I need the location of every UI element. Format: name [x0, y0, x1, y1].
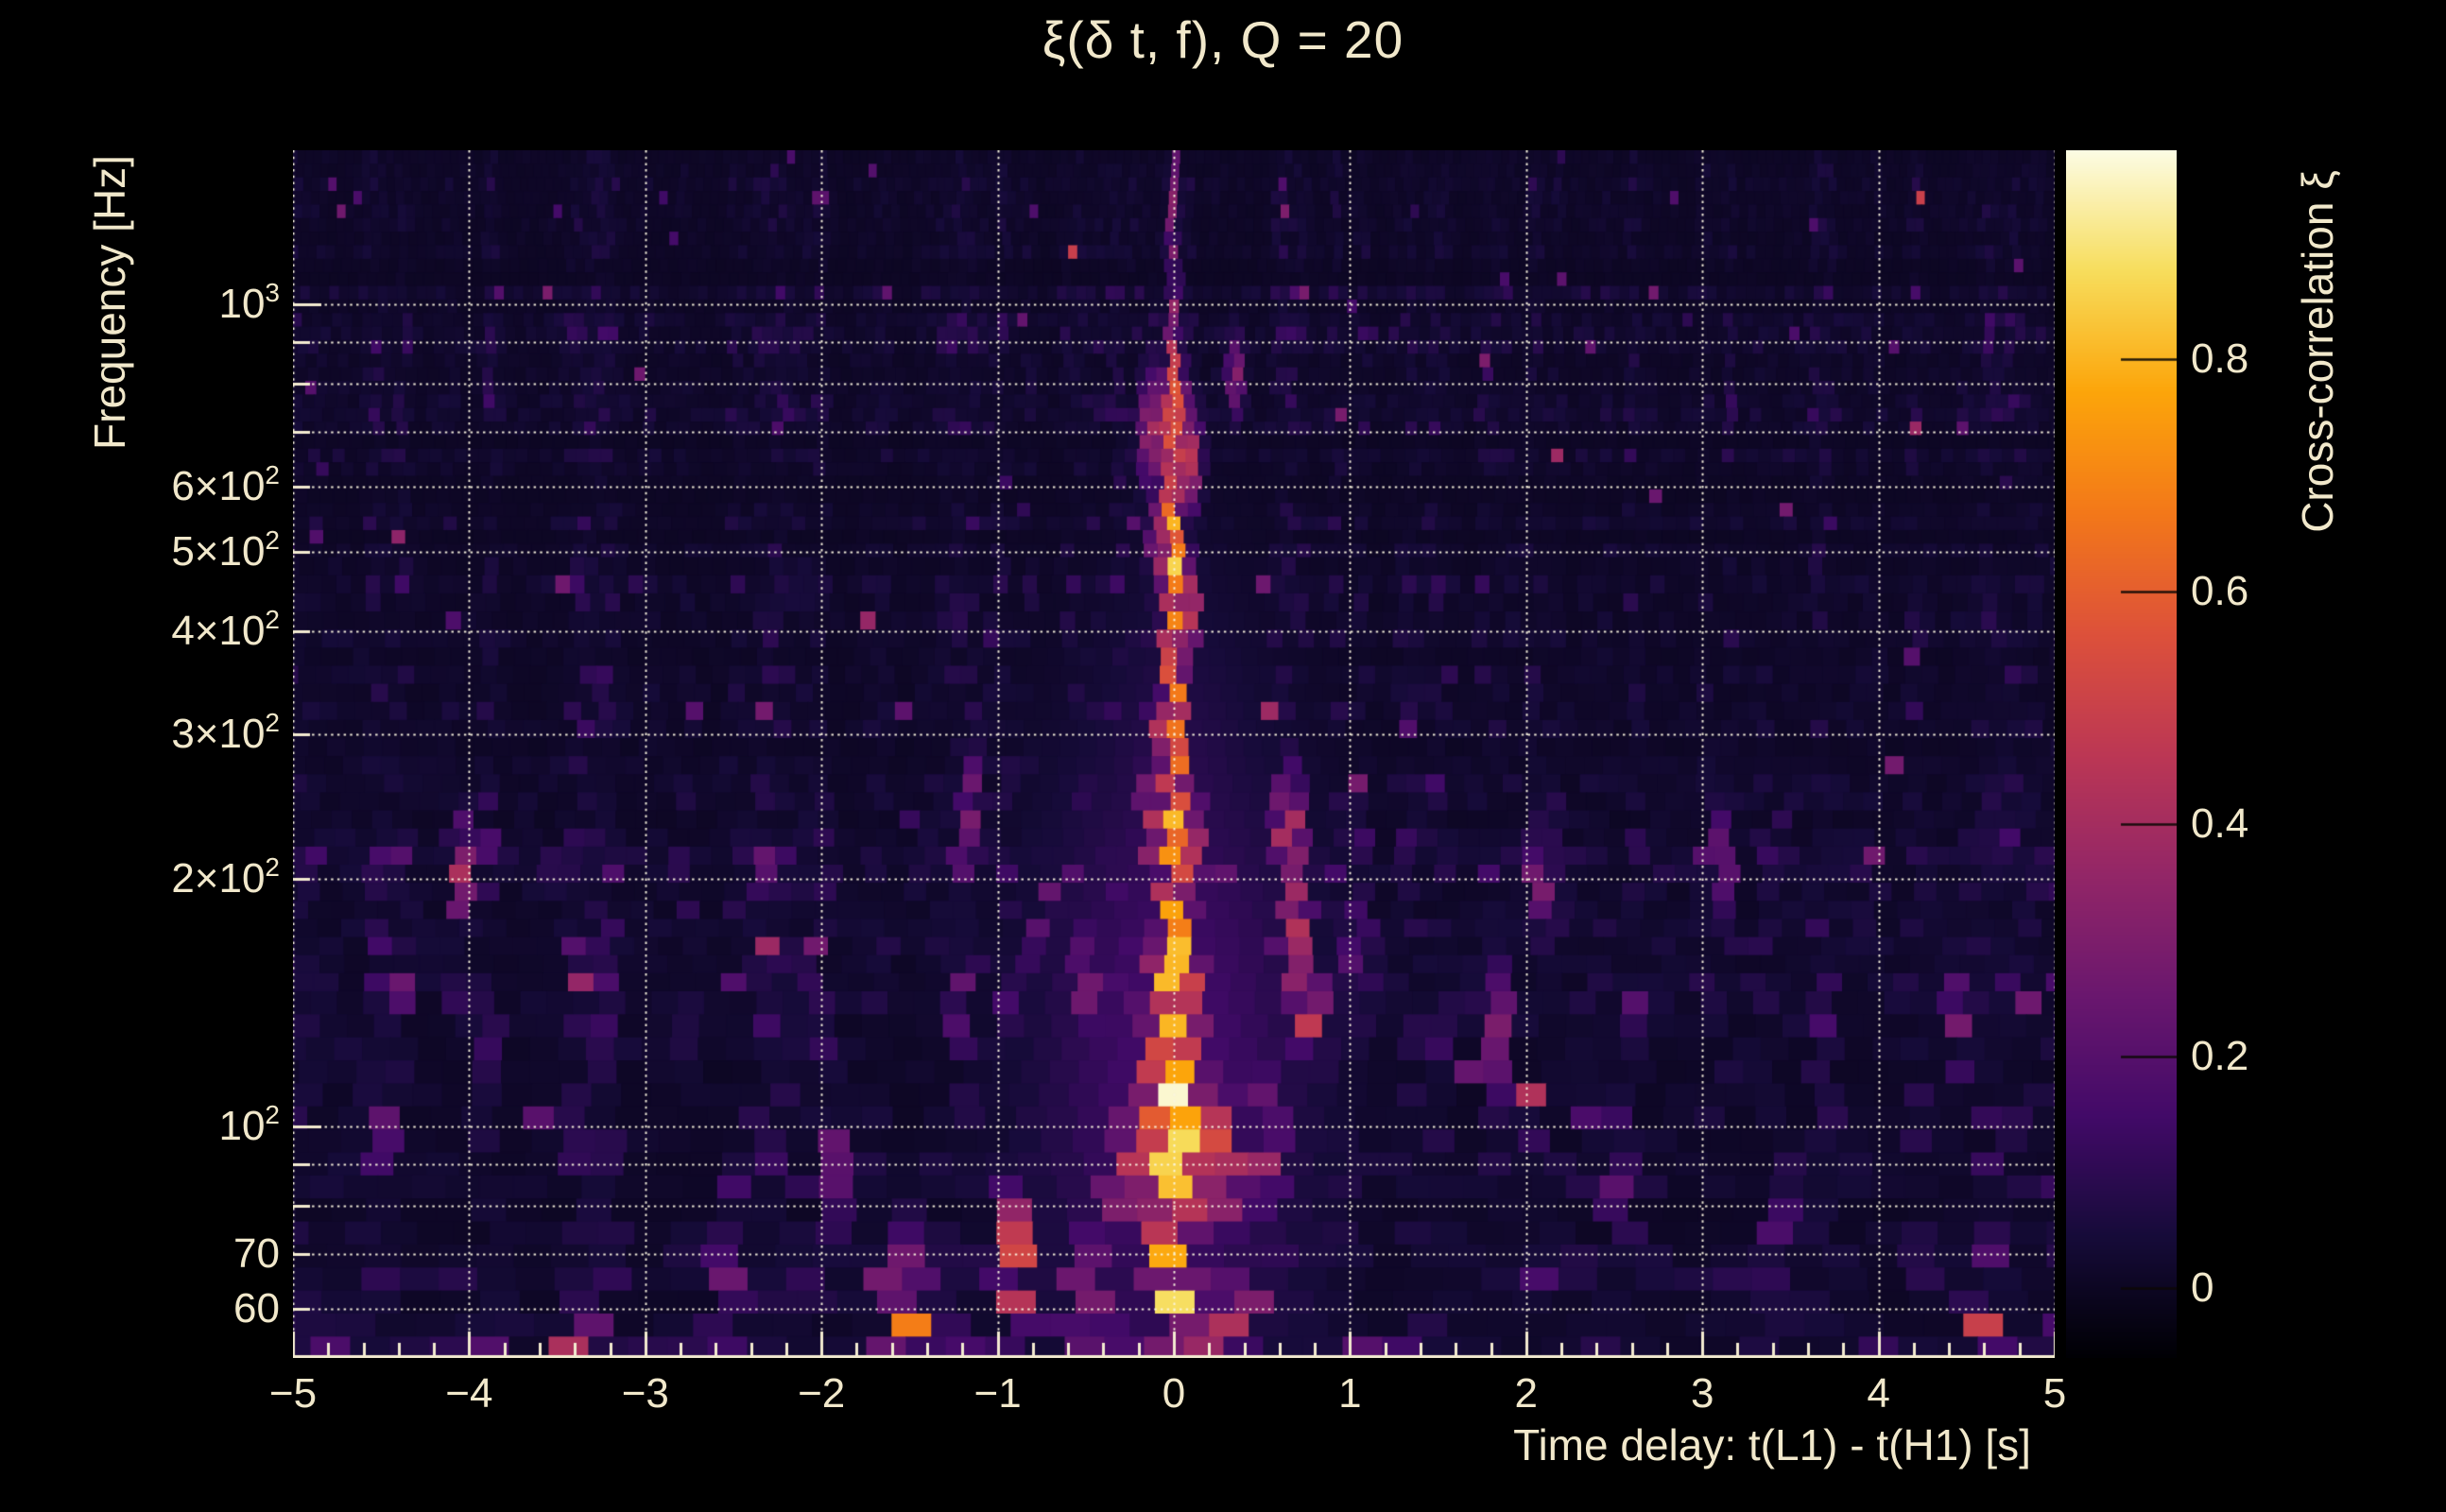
y-axis-tick-label: 5×102	[62, 525, 280, 581]
y-axis-tick-label: 60	[62, 1284, 280, 1333]
y-axis-tick-label: 70	[62, 1229, 280, 1279]
x-axis-tick-label: 0	[1162, 1370, 1186, 1417]
y-tick-exponent: 3	[265, 278, 280, 308]
x-axis-tick-label: −3	[621, 1370, 669, 1417]
y-tick-base: 10	[218, 281, 266, 328]
y-axis-tick-label: 3×102	[62, 708, 280, 764]
x-axis-tick-label: 1	[1338, 1370, 1362, 1417]
x-axis-tick-label: −5	[268, 1370, 318, 1417]
x-axis-tick-label: 3	[1690, 1370, 1714, 1417]
x-axis-tick-label: −2	[798, 1370, 846, 1417]
y-axis-tick-label: 103	[62, 278, 280, 334]
y-tick-exponent: 2	[265, 852, 280, 883]
colorbar-tick-label: 0.2	[2191, 1032, 2249, 1079]
y-tick-base: 10	[218, 1103, 266, 1150]
y-tick-base: 2×10	[171, 855, 266, 902]
colorbar-tick-label: 0.6	[2191, 567, 2249, 614]
colorbar-canvas	[2066, 150, 2177, 1358]
colorbar-tick-label: 0.4	[2191, 799, 2249, 847]
figure: ξ(δ t, f), Q = 20 Frequency [Hz] Time de…	[0, 0, 2446, 1512]
y-tick-base: 3×10	[171, 711, 266, 758]
x-axis-tick-label: −1	[973, 1370, 1022, 1417]
y-tick-exponent: 2	[265, 605, 280, 635]
colorbar-tick-label: 0	[2191, 1264, 2214, 1312]
y-tick-base: 4×10	[171, 608, 266, 655]
chart-title: ξ(δ t, f), Q = 20	[1042, 10, 1404, 69]
y-axis-tick-label: 2×102	[62, 852, 280, 908]
y-tick-exponent: 2	[265, 1100, 280, 1130]
colorbar-tick-label: 0.8	[2191, 335, 2249, 383]
colorbar-title: Cross-correlation ξ	[2293, 170, 2342, 533]
x-axis-title: Time delay: t(L1) - t(H1) [s]	[1513, 1420, 2031, 1469]
y-tick-base: 70	[233, 1229, 280, 1277]
y-tick-exponent: 2	[265, 460, 280, 490]
y-tick-exponent: 2	[265, 708, 280, 738]
y-axis-tick-label: 6×102	[62, 460, 280, 516]
y-axis-tick-label: 4×102	[62, 605, 280, 661]
y-tick-exponent: 2	[265, 525, 280, 556]
y-tick-base: 6×10	[171, 463, 266, 510]
y-tick-base: 60	[233, 1285, 280, 1332]
y-axis-tick-label: 102	[62, 1100, 280, 1156]
y-tick-base: 5×10	[171, 528, 266, 576]
x-axis-tick-label: 5	[2042, 1370, 2067, 1417]
heatmap-canvas	[293, 150, 2055, 1358]
x-axis-tick-label: 2	[1514, 1370, 1539, 1417]
x-axis-tick-label: 4	[1867, 1370, 1890, 1417]
x-axis-tick-label: −4	[445, 1370, 493, 1417]
